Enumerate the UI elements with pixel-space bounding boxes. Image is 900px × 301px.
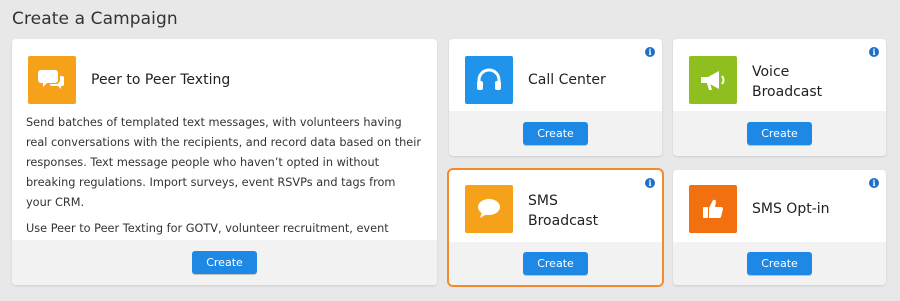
info-icon[interactable]: i (869, 178, 879, 188)
card-title-line: Broadcast (528, 213, 599, 229)
card-title: SMS Broadcast (528, 191, 598, 231)
megaphone-icon (689, 56, 737, 104)
thumbs-up-icon (689, 185, 737, 233)
chat-bubbles-icon (28, 56, 76, 104)
card-footer: Create (449, 242, 662, 285)
info-icon[interactable]: i (645, 178, 655, 188)
speech-bubble-icon (465, 185, 513, 233)
card-voice-broadcast: i Voice Broadcast Create (673, 39, 886, 156)
headset-icon (465, 56, 513, 104)
card-title-line: SMS (528, 193, 558, 209)
card-call-center: i Call Center Create (449, 39, 662, 156)
create-call-center-button[interactable]: Create (523, 122, 588, 145)
info-icon[interactable]: i (645, 47, 655, 57)
create-sms-broadcast-button[interactable]: Create (523, 252, 588, 275)
card-sms-broadcast: i SMS Broadcast Create (447, 168, 664, 287)
card-title-line: Broadcast (752, 84, 823, 100)
create-sms-opt-in-button[interactable]: Create (747, 252, 812, 275)
card-footer: Create (449, 111, 662, 156)
card-peer-to-peer: Peer to Peer Texting Send batches of tem… (12, 39, 437, 285)
card-title: SMS Opt-in (752, 201, 830, 217)
card-title: Call Center (528, 72, 606, 88)
card-footer: Create (673, 242, 886, 285)
card-footer: Create (12, 240, 437, 285)
create-peer-to-peer-button[interactable]: Create (192, 251, 257, 274)
description-paragraph: Send batches of templated text messages,… (26, 116, 422, 209)
create-voice-broadcast-button[interactable]: Create (747, 122, 812, 145)
card-footer: Create (673, 111, 886, 156)
card-title: Voice Broadcast (752, 62, 822, 102)
page-title: Create a Campaign (12, 9, 178, 29)
card-sms-opt-in: i SMS Opt-in Create (673, 170, 886, 285)
info-icon[interactable]: i (869, 47, 879, 57)
card-title-line: Voice (752, 64, 790, 80)
card-title: Peer to Peer Texting (91, 72, 231, 88)
